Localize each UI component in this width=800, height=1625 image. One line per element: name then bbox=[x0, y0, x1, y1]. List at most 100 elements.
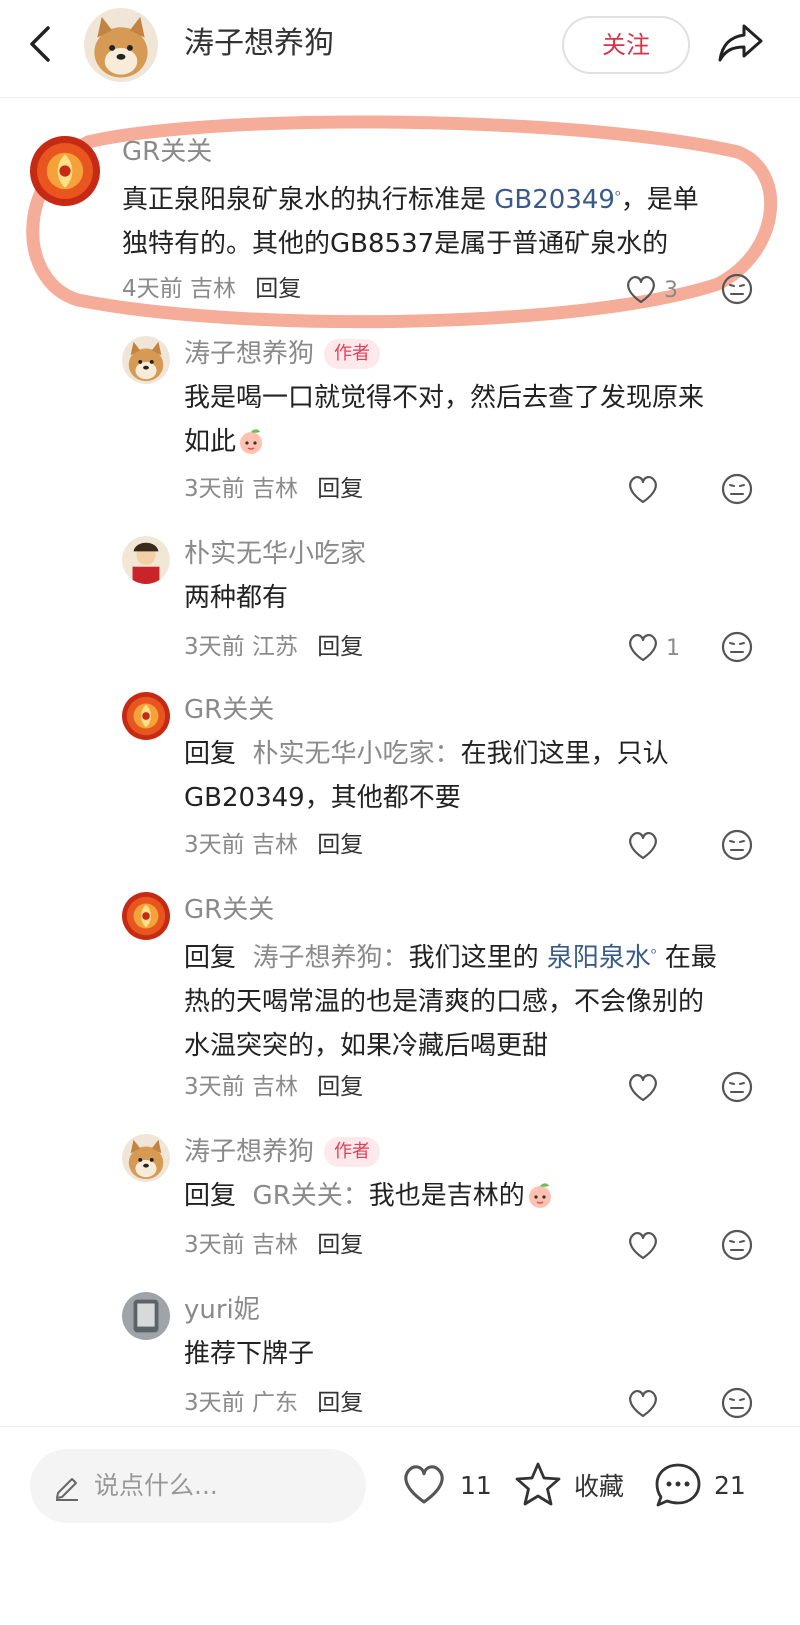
like-button[interactable] bbox=[626, 828, 660, 864]
share-icon[interactable] bbox=[716, 18, 766, 68]
comment-username: 涛子想养狗 作者 bbox=[184, 336, 381, 372]
reply-button[interactable]: 回复 bbox=[317, 1074, 363, 1100]
username-text[interactable]: 涛子想养狗 bbox=[184, 1137, 314, 1167]
comment-input[interactable]: 说点什么... bbox=[30, 1449, 366, 1523]
emoji-face-icon[interactable] bbox=[720, 828, 754, 862]
comment-location: 吉林 bbox=[251, 476, 298, 502]
reply-button[interactable]: 回复 bbox=[317, 1232, 363, 1258]
reply-prefix: 回复 bbox=[184, 943, 237, 973]
comment-text: 真正泉阳泉矿泉水的执行标准是 GB20349ᵒ，是单 独特有的。其他的GB853… bbox=[122, 174, 762, 266]
collect-button[interactable]: 收藏 bbox=[512, 1453, 624, 1517]
like-count: 1 bbox=[666, 635, 680, 661]
comment-location: 吉林 bbox=[251, 832, 298, 858]
comment-text-part: 如此 bbox=[184, 427, 237, 457]
comment-text-part: 我们这里的 bbox=[408, 943, 547, 973]
bottom-action-bar: 说点什么... 11 收藏 21 bbox=[0, 1426, 800, 1625]
comment-time: 3天前 bbox=[184, 832, 245, 858]
emoji-face-icon[interactable] bbox=[720, 1228, 754, 1262]
comment-item: GR关关 回复 涛子想养狗：我们这里的 泉阳泉水ᵒ 在最 热的天喝常温的也是清爽… bbox=[0, 892, 800, 1122]
like-button[interactable]: 1 bbox=[626, 630, 680, 666]
comment-item: 朴实无华小吃家 两种都有 3天前 江苏 回复 1 bbox=[0, 536, 800, 676]
comment-location: 吉林 bbox=[251, 1074, 298, 1100]
emoji-face-icon[interactable] bbox=[720, 1070, 754, 1104]
emoji-face-icon[interactable] bbox=[720, 272, 754, 306]
comment-text-part: 在最 bbox=[656, 943, 717, 973]
comment-username[interactable]: yuri妮 bbox=[184, 1292, 260, 1328]
username-text[interactable]: 涛子想养狗 bbox=[184, 339, 314, 369]
keyword-link[interactable]: 泉阳泉水 bbox=[547, 943, 651, 973]
comment-username[interactable]: GR关关 bbox=[122, 134, 212, 170]
avatar[interactable] bbox=[122, 892, 170, 940]
avatar[interactable] bbox=[30, 136, 100, 206]
author-badge: 作者 bbox=[324, 339, 381, 369]
comment-text-part: 推荐下牌子 bbox=[184, 1339, 315, 1369]
author-avatar[interactable] bbox=[84, 8, 158, 82]
reply-target-user[interactable]: 朴实无华小吃家： bbox=[253, 739, 461, 769]
comment-username[interactable]: GR关关 bbox=[184, 692, 274, 728]
comment-username[interactable]: 朴实无华小吃家 bbox=[184, 536, 366, 572]
heart-icon bbox=[629, 832, 657, 860]
author-name[interactable]: 涛子想养狗 bbox=[184, 22, 334, 66]
comment-meta: 3天前 吉林 回复 bbox=[184, 1228, 363, 1262]
reply-button[interactable]: 回复 bbox=[317, 1390, 363, 1416]
heart-icon bbox=[629, 1074, 657, 1102]
reply-button[interactable]: 回复 bbox=[317, 832, 363, 858]
avatar[interactable] bbox=[122, 336, 170, 384]
like-button[interactable]: 3 bbox=[624, 272, 678, 308]
collect-label: 收藏 bbox=[574, 1472, 625, 1501]
comment-location: 广东 bbox=[251, 1390, 298, 1416]
comment-item: GR关关 真正泉阳泉矿泉水的执行标准是 GB20349ᵒ，是单 独特有的。其他的… bbox=[0, 124, 800, 324]
emoji-face-icon[interactable] bbox=[720, 1386, 754, 1420]
comment-meta: 4天前 吉林 回复 bbox=[122, 272, 301, 306]
comment-time: 3天前 bbox=[184, 1074, 245, 1100]
like-button[interactable] bbox=[626, 472, 660, 508]
heart-icon bbox=[629, 1232, 657, 1260]
comment-text-part: 我是喝一口就觉得不对，然后去查了发现原来 bbox=[184, 383, 705, 413]
reply-target-user[interactable]: GR关关： bbox=[253, 1181, 369, 1211]
reply-button[interactable]: 回复 bbox=[317, 476, 363, 502]
pencil-icon bbox=[56, 1478, 78, 1501]
avatar[interactable] bbox=[122, 692, 170, 740]
comment-text-part: ，是单 bbox=[620, 185, 699, 215]
heart-icon bbox=[627, 276, 655, 304]
heart-icon bbox=[629, 1390, 657, 1418]
emoji-face-icon[interactable] bbox=[720, 472, 754, 506]
avatar[interactable] bbox=[122, 536, 170, 584]
comment-text: 我是喝一口就觉得不对，然后去查了发现原来 如此 bbox=[184, 376, 764, 464]
like-button[interactable] bbox=[626, 1228, 660, 1264]
comments-button[interactable]: 21 bbox=[652, 1453, 746, 1517]
reply-button[interactable]: 回复 bbox=[317, 634, 363, 660]
comment-item: 涛子想养狗 作者 我是喝一口就觉得不对，然后去查了发现原来 如此 3天前 吉林 回… bbox=[0, 336, 800, 516]
post-like-count: 11 bbox=[460, 1470, 492, 1500]
emoji-face-icon[interactable] bbox=[720, 630, 754, 664]
comment-text: 回复 GR关关：我也是吉林的 bbox=[184, 1174, 764, 1218]
comment-meta: 3天前 吉林 回复 bbox=[184, 828, 363, 862]
comment-text: 回复 涛子想养狗：我们这里的 泉阳泉水ᵒ 在最 热的天喝常温的也是清爽的口感，不… bbox=[184, 932, 774, 1068]
comment-meta: 3天前 广东 回复 bbox=[184, 1386, 363, 1420]
comment-username[interactable]: GR关关 bbox=[184, 892, 274, 928]
comment-bubble-icon bbox=[655, 1463, 701, 1507]
comment-count: 21 bbox=[714, 1470, 746, 1500]
like-button[interactable] bbox=[626, 1386, 660, 1422]
comment-text-part: 水温突突的，如果冷藏后喝更甜 bbox=[184, 1031, 549, 1061]
like-post-button[interactable]: 11 bbox=[398, 1453, 492, 1517]
back-arrow-icon[interactable] bbox=[22, 20, 62, 68]
comment-text-part: 真正泉阳泉矿泉水的执行标准是 bbox=[122, 185, 495, 215]
peach-emoji-icon bbox=[239, 428, 263, 455]
comment-text: 回复 朴实无华小吃家：在我们这里，只认 GB20349，其他都不要 bbox=[184, 732, 764, 820]
like-button[interactable] bbox=[626, 1070, 660, 1106]
top-header: 涛子想养狗 关注 bbox=[0, 0, 800, 98]
avatar[interactable] bbox=[122, 1292, 170, 1340]
comment-meta: 3天前 吉林 回复 bbox=[184, 1070, 363, 1104]
input-placeholder: 说点什么... bbox=[94, 1471, 218, 1500]
keyword-link[interactable]: GB20349 bbox=[494, 185, 615, 215]
follow-button[interactable]: 关注 bbox=[562, 16, 690, 74]
comment-meta: 3天前 江苏 回复 bbox=[184, 630, 363, 664]
avatar[interactable] bbox=[122, 1134, 170, 1182]
reply-target-user[interactable]: 涛子想养狗： bbox=[253, 943, 409, 973]
reply-button[interactable]: 回复 bbox=[255, 276, 301, 302]
comment-text-part: GB20349，其他都不要 bbox=[184, 783, 461, 813]
comment-text-part: 两种都有 bbox=[184, 583, 289, 613]
comment-location: 吉林 bbox=[189, 276, 236, 302]
author-badge: 作者 bbox=[324, 1137, 381, 1167]
